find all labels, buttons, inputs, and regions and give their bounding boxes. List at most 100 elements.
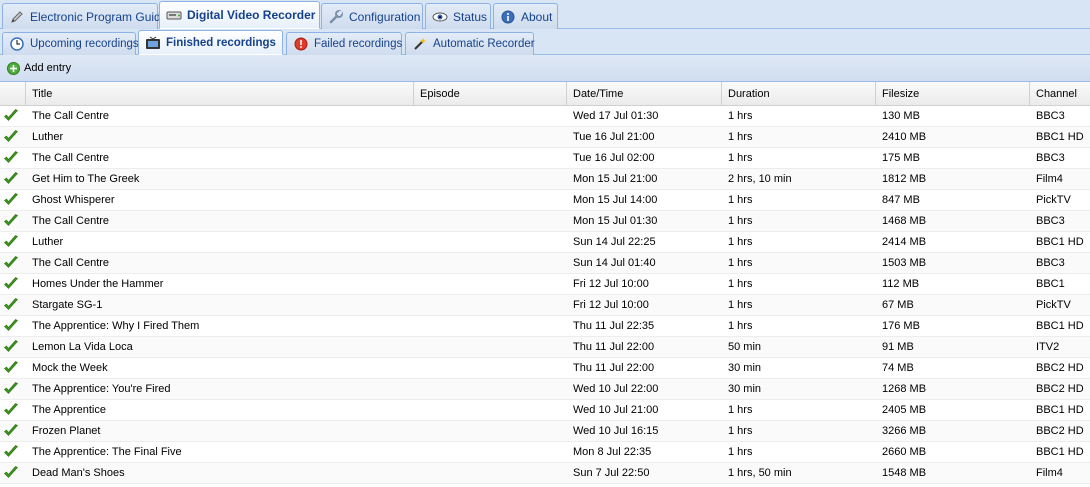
cell-filesize: 847 MB [882, 194, 920, 206]
tab-automatic-recorder[interactable]: Automatic Recorder [405, 32, 535, 55]
cell-channel: BBC3 [1036, 257, 1065, 269]
cell-title: Luther [32, 236, 64, 248]
column-header-datetime[interactable]: Date/Time [567, 82, 722, 105]
cell-datetime: Mon 15 Jul 14:00 [573, 194, 658, 206]
cell-channel: BBC3 [1036, 110, 1065, 122]
table-row[interactable]: The Call Centre Mon 15 Jul 01:30 1 hrs 1468… [0, 211, 1090, 232]
cell-title: The Call Centre [32, 110, 110, 122]
column-header-status[interactable] [0, 82, 26, 105]
table-row[interactable]: Ghost Whisperer Mon 15 Jul 14:00 1 hrs 847 … [0, 190, 1090, 211]
cell-title: The Call Centre [32, 215, 110, 227]
cell-channel: BBC1 HD [1036, 236, 1084, 248]
cell-channel: ITV2 [1036, 341, 1060, 353]
check-icon [0, 127, 26, 147]
check-icon [0, 337, 26, 357]
cell-filesize: 1268 MB [882, 383, 927, 395]
cell-channel: BBC3 [1036, 215, 1065, 227]
cell-episode [414, 295, 567, 315]
column-header-filesize[interactable]: Filesize [876, 82, 1030, 105]
column-header-title[interactable]: Title [26, 82, 414, 105]
table-row[interactable]: Stargate SG-1 Fri 12 Jul 10:00 1 hrs 67 MB P… [0, 295, 1090, 316]
table-row[interactable]: Frozen Planet Wed 10 Jul 16:15 1 hrs 3266 M… [0, 421, 1090, 442]
cell-title: The Call Centre [32, 257, 110, 269]
cell-datetime: Thu 11 Jul 22:00 [573, 341, 655, 353]
tab-failed-recordings[interactable]: Failed recordings [286, 32, 402, 55]
table-row[interactable]: Luther Tue 16 Jul 21:00 1 hrs 2410 MB BBC1 H… [0, 127, 1090, 148]
column-header-channel[interactable]: Channel [1030, 82, 1090, 105]
tab-upcoming-recordings[interactable]: Upcoming recordings [2, 32, 139, 55]
tab-label: About [521, 9, 553, 24]
table-row[interactable]: Mock the Week Thu 11 Jul 22:00 30 min 74 MB… [0, 358, 1090, 379]
table-row[interactable]: Homes Under the Hammer Fri 12 Jul 10:00 1 … [0, 274, 1090, 295]
tab-status[interactable]: Status [425, 3, 491, 29]
table-row[interactable]: Get Him to The Greek Mon 15 Jul 21:00 2 hr… [0, 169, 1090, 190]
cell-datetime: Wed 17 Jul 01:30 [573, 110, 659, 122]
tab-finished-recordings[interactable]: Finished recordings [138, 30, 283, 55]
cell-duration: 1 hrs [728, 446, 753, 458]
cell-episode [414, 400, 567, 420]
column-header-episode[interactable]: Episode [414, 82, 567, 105]
tab-digital-video-recorder[interactable]: Digital Video Recorder [159, 1, 320, 29]
table-row[interactable]: Dead Man's Shoes Sun 7 Jul 22:50 1 hrs, 50… [0, 463, 1090, 484]
cell-duration: 1 hrs [728, 257, 753, 269]
cell-channel: BBC1 [1036, 278, 1065, 290]
tab-about[interactable]: About [493, 3, 558, 29]
table-row[interactable]: The Apprentice: The Final Five Mon 8 Jul … [0, 442, 1090, 463]
cell-episode [414, 190, 567, 210]
cell-datetime: Mon 15 Jul 21:00 [573, 173, 658, 185]
cell-channel: BBC1 HD [1036, 404, 1084, 416]
check-icon [0, 190, 26, 210]
recordings-grid: Title Episode Date/Time Duration Filesiz… [0, 82, 1090, 484]
table-row[interactable]: The Apprentice: You're Fired Wed 10 Jul 2… [0, 379, 1090, 400]
clock-icon [9, 36, 25, 52]
add-entry-label: Add entry [24, 62, 72, 74]
tab-label: Electronic Program Guide [30, 9, 168, 24]
cell-channel: BBC2 HD [1036, 362, 1084, 374]
tab-label: Digital Video Recorder [187, 8, 316, 22]
cell-title: The Apprentice: Why I Fired Them [32, 320, 200, 332]
check-icon [0, 358, 26, 378]
tab-label: Upcoming recordings [30, 38, 139, 50]
cell-episode [414, 148, 567, 168]
error-icon [293, 36, 309, 52]
check-icon [0, 169, 26, 189]
cell-filesize: 91 MB [882, 341, 914, 353]
cell-channel: Film4 [1036, 467, 1063, 479]
check-icon [0, 316, 26, 336]
tab-label: Finished recordings [166, 36, 276, 49]
column-header-duration[interactable]: Duration [722, 82, 876, 105]
table-row[interactable]: The Apprentice: Why I Fired Them Thu 11 J… [0, 316, 1090, 337]
table-row[interactable]: The Call Centre Wed 17 Jul 01:30 1 hrs 130 … [0, 106, 1090, 127]
cell-duration: 1 hrs [728, 425, 753, 437]
cell-title: The Apprentice: You're Fired [32, 383, 171, 395]
cell-datetime: Sun 14 Jul 01:40 [573, 257, 656, 269]
cell-channel: Film4 [1036, 173, 1063, 185]
cell-episode [414, 274, 567, 294]
cell-datetime: Thu 11 Jul 22:35 [573, 320, 655, 332]
cell-datetime: Tue 16 Jul 02:00 [573, 152, 655, 164]
check-icon [0, 421, 26, 441]
tab-electronic-program-guide[interactable]: Electronic Program Guide [2, 3, 167, 29]
cell-duration: 1 hrs [728, 278, 753, 290]
cell-episode [414, 169, 567, 189]
add-entry-button[interactable]: Add entry [6, 61, 71, 75]
table-row[interactable]: The Apprentice Wed 10 Jul 21:00 1 hrs 2405 … [0, 400, 1090, 421]
cell-filesize: 67 MB [882, 299, 914, 311]
table-row[interactable]: Luther Sun 14 Jul 22:25 1 hrs 2414 MB BBC1 H… [0, 232, 1090, 253]
cell-channel: BBC1 HD [1036, 446, 1084, 458]
cell-duration: 1 hrs [728, 236, 753, 248]
table-row[interactable]: The Call Centre Sun 14 Jul 01:40 1 hrs 1503… [0, 253, 1090, 274]
tab-configuration[interactable]: Configuration [321, 3, 423, 29]
table-row[interactable]: The Call Centre Tue 16 Jul 02:00 1 hrs 175 … [0, 148, 1090, 169]
cell-episode [414, 232, 567, 252]
table-row[interactable]: Lemon La Vida Loca Thu 11 Jul 22:00 50 min… [0, 337, 1090, 358]
cell-filesize: 1812 MB [882, 173, 927, 185]
check-icon [0, 211, 26, 231]
cell-channel: PickTV [1036, 194, 1071, 206]
cell-channel: BBC1 HD [1036, 131, 1084, 143]
cell-episode [414, 106, 567, 126]
cell-channel: BBC2 HD [1036, 383, 1084, 395]
cell-episode [414, 463, 567, 483]
cell-filesize: 1548 MB [882, 467, 927, 479]
cell-title: Frozen Planet [32, 425, 101, 437]
